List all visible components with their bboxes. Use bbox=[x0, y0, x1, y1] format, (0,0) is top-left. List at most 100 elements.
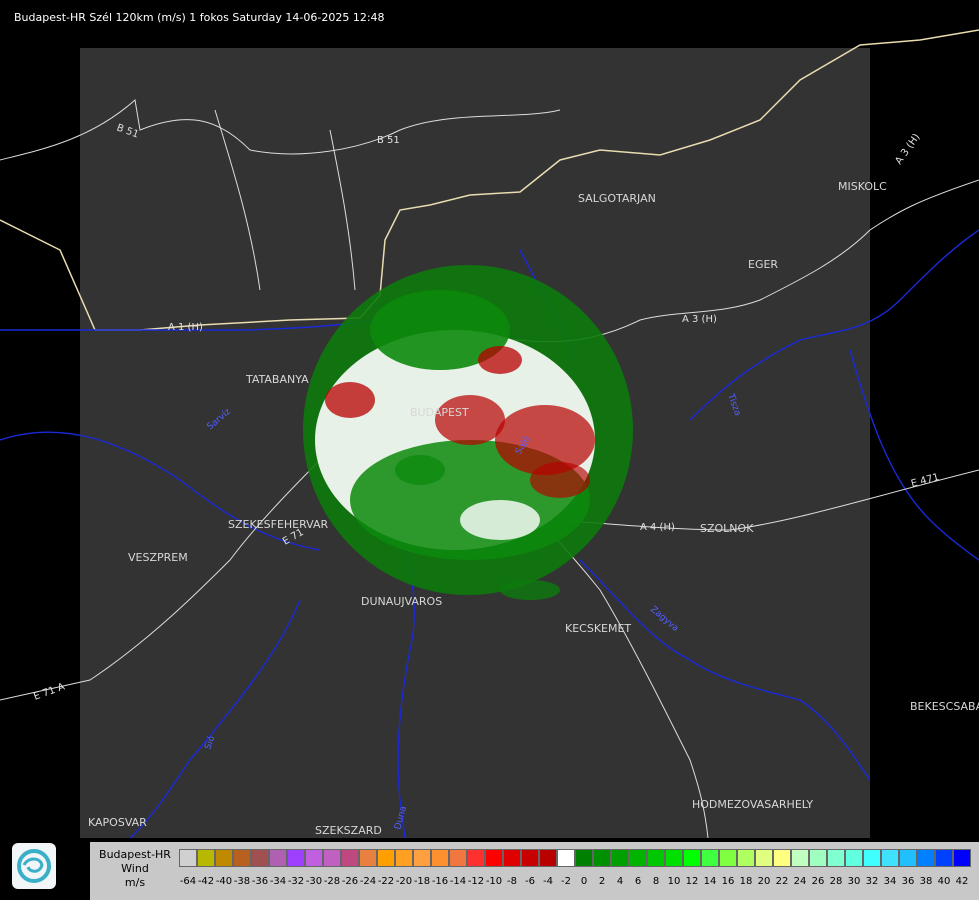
map-title: Budapest-HR Szél 120km (m/s) 1 fokos Sat… bbox=[14, 11, 385, 24]
city-label: SZOLNOK bbox=[700, 522, 754, 535]
legend-swatch bbox=[899, 849, 917, 867]
legend-tick-label: -30 bbox=[305, 876, 323, 887]
legend-tick-label: 32 bbox=[865, 876, 879, 887]
legend-tick-label: -20 bbox=[395, 876, 413, 887]
radar-map: SALGOTARJAN MISKOLC EGER TATABANYA BUDAP… bbox=[0, 29, 979, 839]
legend-swatch bbox=[575, 849, 593, 867]
legend-tick-label: 30 bbox=[847, 876, 861, 887]
legend-tick-label: 40 bbox=[937, 876, 951, 887]
legend-tick-label: -64 bbox=[179, 876, 197, 887]
legend-swatch bbox=[503, 849, 521, 867]
legend-swatch bbox=[521, 849, 539, 867]
road-label: A 1 (H) bbox=[168, 322, 203, 333]
legend-swatch bbox=[881, 849, 899, 867]
legend-tick-label: 2 bbox=[598, 876, 606, 887]
legend-tick-label: -32 bbox=[287, 876, 305, 887]
legend-swatch bbox=[557, 849, 575, 867]
legend-swatch bbox=[683, 849, 701, 867]
city-label: KECSKEMET bbox=[565, 622, 631, 635]
legend-swatch bbox=[845, 849, 863, 867]
legend-ticks: -64 -42 -40 -38 -36 -34 -32 -30 -28 -26 -24 -22 -20-… bbox=[179, 876, 971, 890]
legend-swatch bbox=[809, 849, 827, 867]
city-label: HODMEZOVASARHELY bbox=[692, 798, 813, 811]
legend-swatch bbox=[485, 849, 503, 867]
legend-tick-label: 42 bbox=[955, 876, 969, 887]
legend-tick-label: -28 bbox=[323, 876, 341, 887]
legend-tick-label: 34 bbox=[883, 876, 897, 887]
color-legend: Budapest-HR Wind m/s -64 -42 -40 -38 -36 -34-… bbox=[90, 842, 979, 900]
legend-swatch bbox=[449, 849, 467, 867]
legend-tick-label: -18 bbox=[413, 876, 431, 887]
legend-swatch bbox=[413, 849, 431, 867]
legend-swatch bbox=[215, 849, 233, 867]
city-label: SZEKSZARD bbox=[315, 824, 382, 837]
legend-tick-label: 16 bbox=[721, 876, 735, 887]
legend-swatch bbox=[287, 849, 305, 867]
city-label: DUNAUJVAROS bbox=[361, 595, 442, 608]
legend-tick-label: 4 bbox=[616, 876, 624, 887]
legend-swatch bbox=[935, 849, 953, 867]
legend-swatch bbox=[305, 849, 323, 867]
road-label: E 471 bbox=[910, 472, 940, 490]
legend-swatch bbox=[323, 849, 341, 867]
legend-tick-label: 20 bbox=[757, 876, 771, 887]
legend-swatch bbox=[233, 849, 251, 867]
legend-tick-label: 6 bbox=[634, 876, 642, 887]
legend-swatch bbox=[629, 849, 647, 867]
legend-swatch bbox=[269, 849, 287, 867]
legend-tick-label: -42 bbox=[197, 876, 215, 887]
road-label: B 51 bbox=[377, 135, 400, 146]
legend-tick-label: -2 bbox=[561, 876, 571, 887]
legend-swatch bbox=[611, 849, 629, 867]
legend-swatch bbox=[593, 849, 611, 867]
legend-tick-label: 22 bbox=[775, 876, 789, 887]
legend-swatch bbox=[467, 849, 485, 867]
city-label: TATABANYA bbox=[245, 373, 309, 386]
city-label: BEKESCSABA bbox=[910, 700, 979, 713]
legend-tick-label: 0 bbox=[580, 876, 588, 887]
legend-tick-label: -14 bbox=[449, 876, 467, 887]
legend-swatch bbox=[863, 849, 881, 867]
legend-tick-label: -4 bbox=[543, 876, 553, 887]
legend-tick-label: -26 bbox=[341, 876, 359, 887]
legend-swatch bbox=[953, 849, 971, 867]
legend-swatch bbox=[827, 849, 845, 867]
legend-tick-label: -34 bbox=[269, 876, 287, 887]
legend-swatch bbox=[755, 849, 773, 867]
legend-tick-label: 24 bbox=[793, 876, 807, 887]
city-label: EGER bbox=[748, 258, 778, 271]
legend-swatch bbox=[665, 849, 683, 867]
legend-swatches bbox=[179, 849, 971, 869]
city-label: MISKOLC bbox=[838, 180, 887, 193]
legend-tick-label: 18 bbox=[739, 876, 753, 887]
legend-swatch bbox=[197, 849, 215, 867]
legend-tick-label: -22 bbox=[377, 876, 395, 887]
legend-swatch bbox=[917, 849, 935, 867]
legend-swatch bbox=[791, 849, 809, 867]
legend-swatch bbox=[737, 849, 755, 867]
legend-swatch bbox=[701, 849, 719, 867]
city-label: SZEKESFEHERVAR bbox=[228, 518, 329, 531]
legend-tick-label: -6 bbox=[525, 876, 535, 887]
legend-tick-label: 8 bbox=[652, 876, 660, 887]
legend-swatch bbox=[395, 849, 413, 867]
legend-site: Budapest-HR bbox=[99, 848, 171, 861]
legend-tick-label: 10 bbox=[667, 876, 681, 887]
legend-swatch bbox=[773, 849, 791, 867]
legend-unit: m/s bbox=[124, 876, 146, 889]
legend-tick-label: 36 bbox=[901, 876, 915, 887]
legend-swatch bbox=[719, 849, 737, 867]
omsz-logo bbox=[12, 843, 56, 889]
legend-tick-label: -8 bbox=[507, 876, 517, 887]
road-label: E 71 A bbox=[32, 681, 66, 702]
legend-tick-label: -10 bbox=[485, 876, 503, 887]
legend-swatch bbox=[251, 849, 269, 867]
legend-tick-label: -12 bbox=[467, 876, 485, 887]
legend-tick-label: 38 bbox=[919, 876, 933, 887]
legend-label: Budapest-HR Wind m/s bbox=[90, 842, 180, 900]
legend-swatch bbox=[179, 849, 197, 867]
city-label: SALGOTARJAN bbox=[578, 192, 656, 205]
legend-quantity: Wind bbox=[121, 862, 149, 875]
legend-tick-label: -16 bbox=[431, 876, 449, 887]
legend-tick-label: 12 bbox=[685, 876, 699, 887]
